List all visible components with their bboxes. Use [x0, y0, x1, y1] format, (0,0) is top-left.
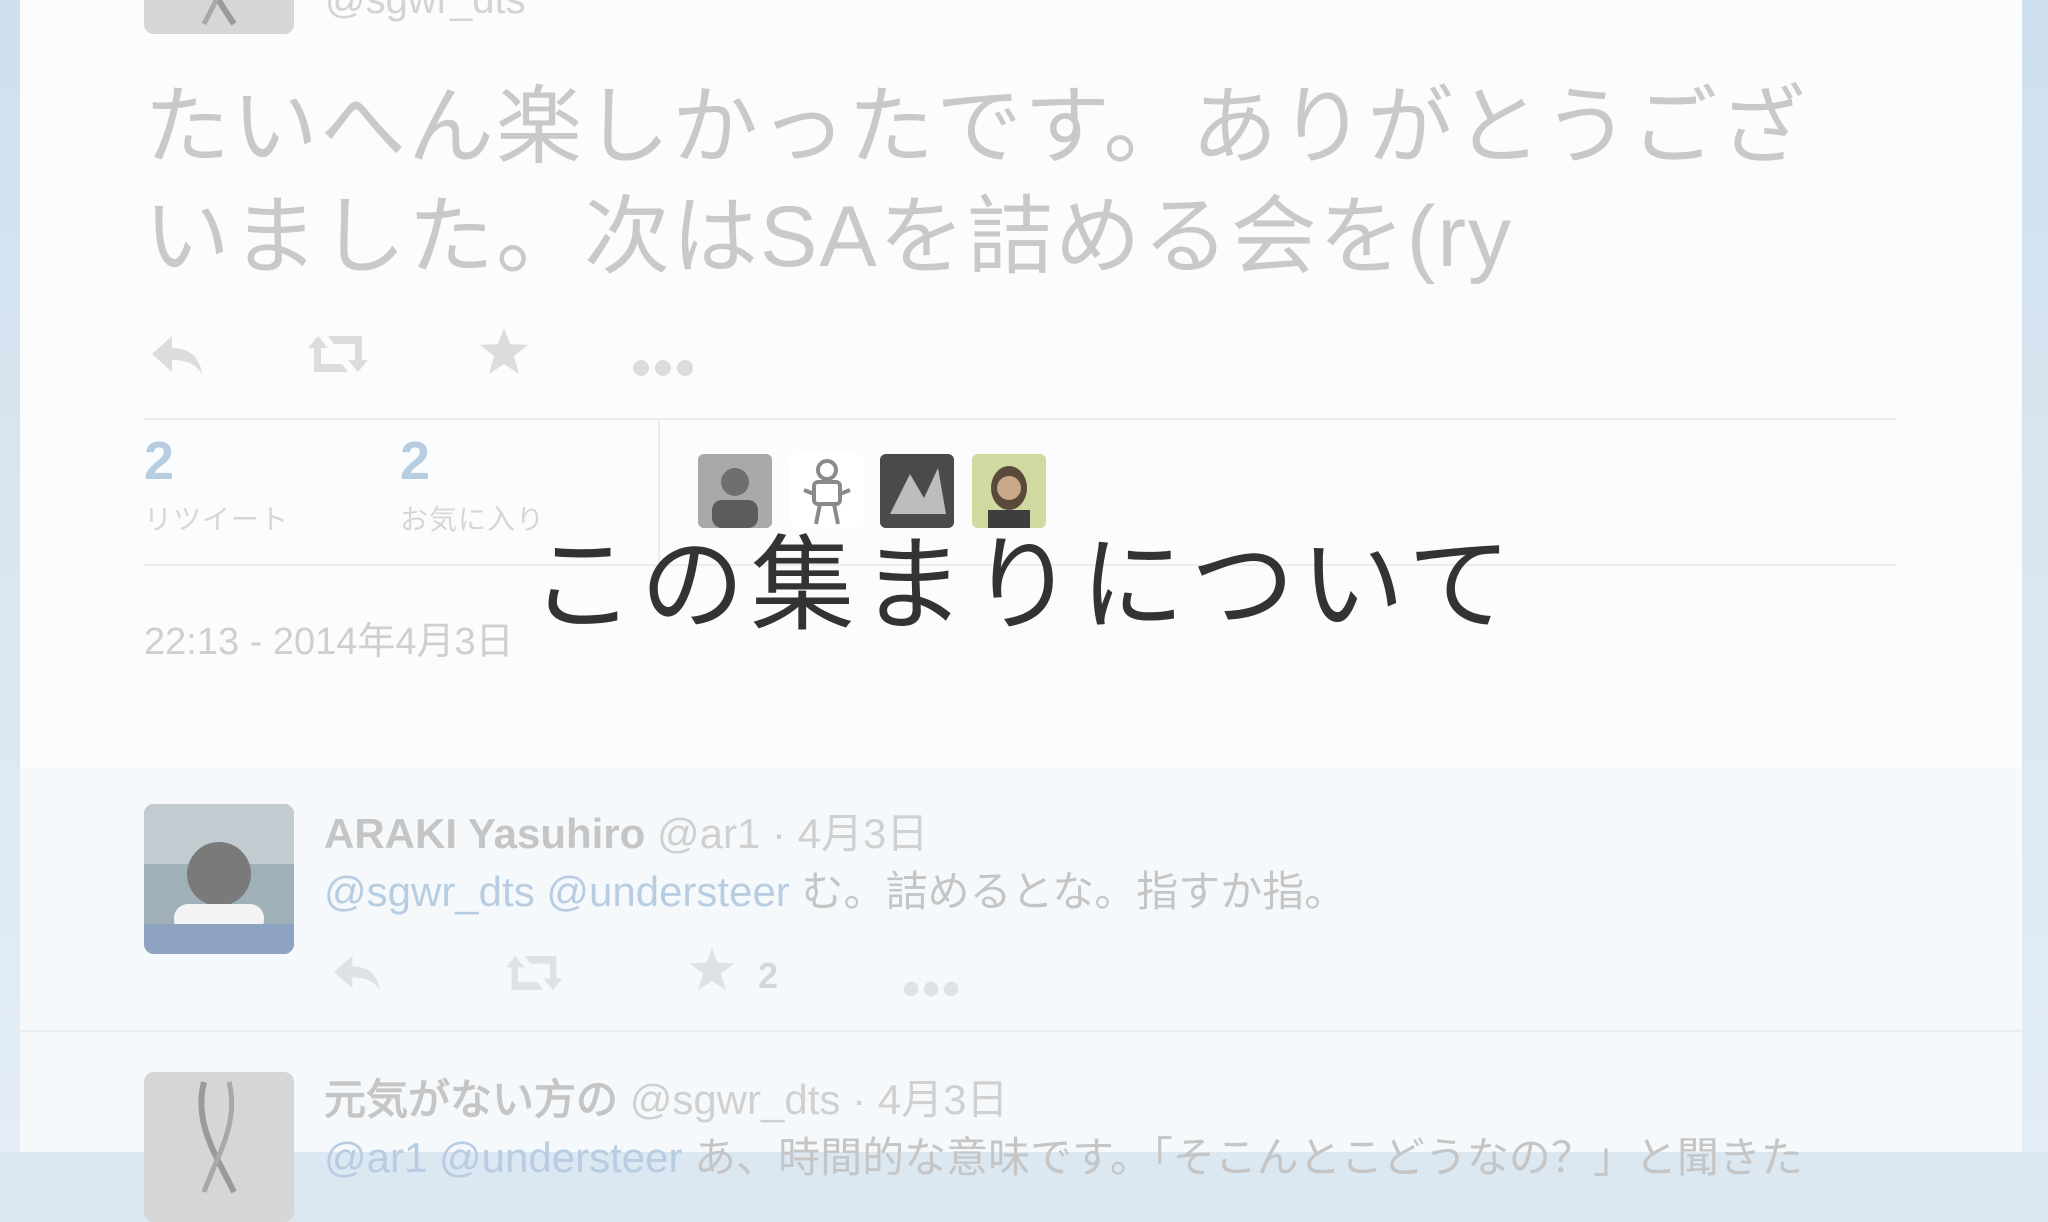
reply-2-name[interactable]: 元気がない方の: [324, 1076, 618, 1123]
reply-1-date[interactable]: · 4月3日: [772, 810, 928, 857]
reply-1-favorite-count[interactable]: 2: [758, 952, 778, 1000]
reply-1-mentions[interactable]: @sgwr_dts @understeer: [324, 868, 790, 915]
favorite-count[interactable]: 2: [400, 430, 430, 492]
reply-2-date[interactable]: · 4月3日: [852, 1076, 1008, 1123]
reply-1-retweet-icon[interactable]: [504, 952, 564, 1003]
reply-avatar-2[interactable]: [144, 1072, 294, 1222]
retweet-icon[interactable]: [306, 332, 370, 385]
reply-2-header: 元気がない方の @sgwr_dts · 4月3日: [324, 1066, 1008, 1127]
tweet-text-line-2: いました。次はSAを詰める会を(ry: [144, 189, 1513, 285]
reply-2-text: @ar1 @understeer あ、時間的な意味です。「そこんとこどうなの？」…: [324, 1124, 1803, 1185]
reply-avatar-1[interactable]: [144, 804, 294, 954]
reply-1-header: ARAKI Yasuhiro @ar1 · 4月3日: [324, 800, 928, 861]
tweet-text: たいへん楽しかったです。ありがとうござ いました。次はSAを詰める会を(ry: [144, 72, 1904, 292]
stats-top-divider: [144, 418, 1896, 420]
tweet-text-line-1: たいへん楽しかったです。ありがとうござ: [144, 79, 1808, 175]
reply-1-text: @sgwr_dts @understeer む。詰めるとな。指すか指。: [324, 858, 1346, 919]
reply-icon[interactable]: [148, 330, 204, 387]
reply-2-mentions[interactable]: @ar1 @understeer: [324, 1134, 682, 1181]
reply-2-body: あ、時間的な意味です。「そこんとこどうなの？」と聞きた: [682, 1134, 1803, 1181]
replies-section: [20, 768, 2022, 1152]
reply-1-name[interactable]: ARAKI Yasuhiro: [324, 810, 645, 857]
reply-1-body: む。詰めるとな。指すか指。: [789, 868, 1347, 915]
retweet-count[interactable]: 2: [144, 430, 174, 492]
author-avatar[interactable]: [144, 0, 294, 34]
reply-1-handle[interactable]: @ar1: [657, 810, 760, 857]
reply-1-reply-icon[interactable]: [330, 950, 382, 1003]
slide-title: この集まりについて: [530, 524, 1518, 646]
star-icon[interactable]: [478, 326, 530, 385]
more-icon[interactable]: [632, 340, 694, 388]
reply-1-more-icon[interactable]: [902, 960, 960, 1008]
author-handle[interactable]: @sgwr_dts: [325, 0, 526, 23]
reply-divider: [20, 1030, 2022, 1032]
reply-1-star-icon[interactable]: [688, 946, 736, 1001]
reply-2-handle[interactable]: @sgwr_dts: [630, 1076, 841, 1123]
